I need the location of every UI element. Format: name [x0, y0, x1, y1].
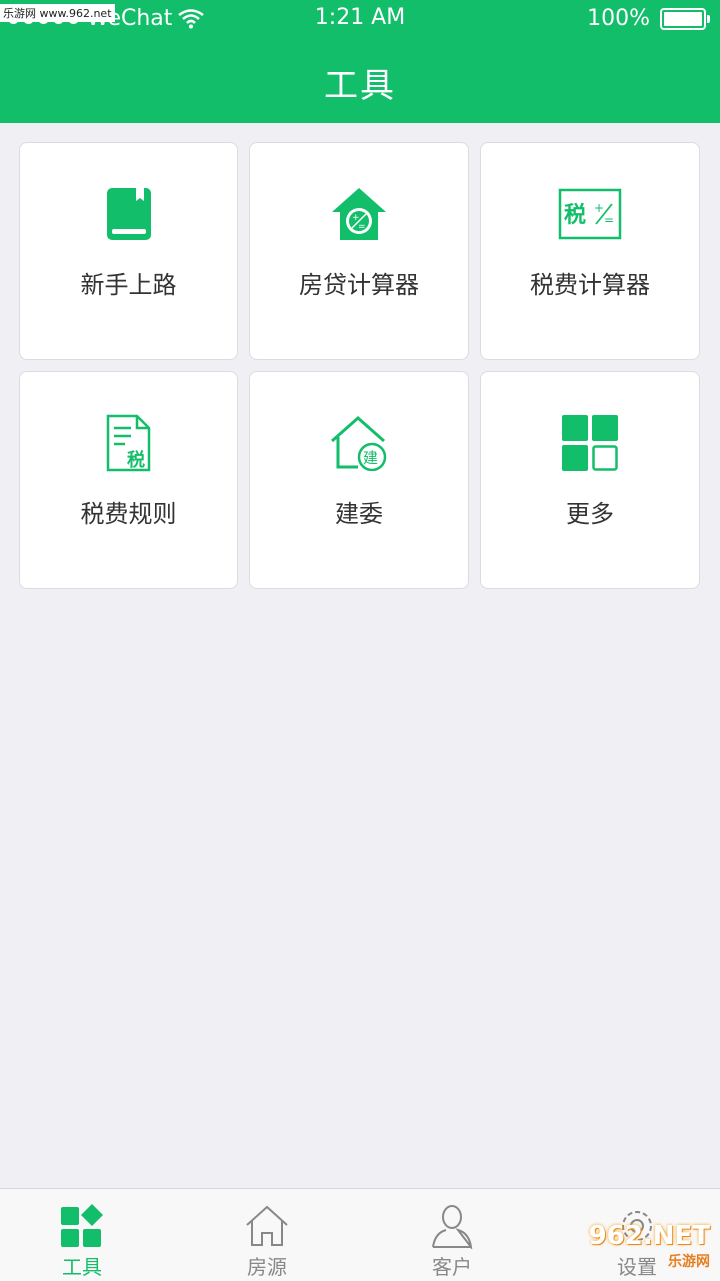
tool-label: 更多	[566, 500, 614, 528]
svg-text:税: 税	[127, 449, 145, 471]
watermark-main: 962.NET	[588, 1221, 710, 1251]
svg-text:税: 税	[564, 202, 586, 228]
tab-clients[interactable]: 客户	[392, 1189, 512, 1281]
tool-card-tax-calculator[interactable]: 税 + = 税费计算器	[480, 142, 700, 360]
tool-label: 税费规则	[80, 500, 177, 528]
tools-grid: 新手上路 + = 房贷计算器 税 + = 税费计算器 税 税费规则 建 建委 更…	[19, 142, 701, 589]
tool-label: 房贷计算器	[299, 271, 419, 299]
house-construction-icon: 建	[327, 414, 391, 472]
tool-card-mortgage-calculator[interactable]: + = 房贷计算器	[249, 142, 469, 360]
tab-tools[interactable]: 工具	[22, 1189, 142, 1281]
house-calculator-icon: + =	[327, 185, 391, 243]
svg-text:建: 建	[363, 449, 378, 467]
svg-text:+: +	[594, 201, 604, 215]
watermark-bottom-right: 962.NET 乐游网	[589, 1221, 710, 1271]
grid-more-icon	[558, 414, 622, 472]
watermark-sub: 乐游网	[668, 1254, 710, 1270]
tools-grid-icon	[61, 1204, 103, 1247]
svg-text:=: =	[358, 222, 366, 232]
tool-card-construction-committee[interactable]: 建 建委	[249, 371, 469, 589]
house-outline-icon	[246, 1205, 288, 1246]
tool-label: 建委	[335, 500, 383, 528]
person-outline-icon	[432, 1205, 473, 1249]
book-icon	[97, 185, 161, 243]
tool-label: 新手上路	[80, 271, 177, 299]
watermark-top-left: 乐游网 www.962.net	[0, 4, 115, 22]
svg-text:=: =	[604, 213, 614, 227]
tab-bar: 工具 房源 客户 设置 962.NET 乐游网	[0, 1188, 720, 1281]
tool-card-beginner[interactable]: 新手上路	[19, 142, 238, 360]
tab-label: 客户	[432, 1255, 472, 1279]
tax-calculator-icon: 税 + =	[558, 185, 622, 243]
header-bar: WeChat 1:21 AM 100% 乐游网 www.962.net 工具	[0, 0, 720, 123]
battery-percent: 100%	[587, 6, 650, 31]
page-title: 工具	[324, 66, 396, 106]
tab-label: 房源	[247, 1255, 287, 1279]
tax-document-icon: 税	[97, 414, 161, 472]
battery-icon	[660, 7, 710, 30]
status-right: 100%	[587, 6, 710, 31]
tab-label: 工具	[62, 1255, 102, 1279]
tool-label: 税费计算器	[530, 271, 650, 299]
tab-listings[interactable]: 房源	[207, 1189, 327, 1281]
tool-card-more[interactable]: 更多	[480, 371, 700, 589]
tool-card-tax-rules[interactable]: 税 税费规则	[19, 371, 238, 589]
